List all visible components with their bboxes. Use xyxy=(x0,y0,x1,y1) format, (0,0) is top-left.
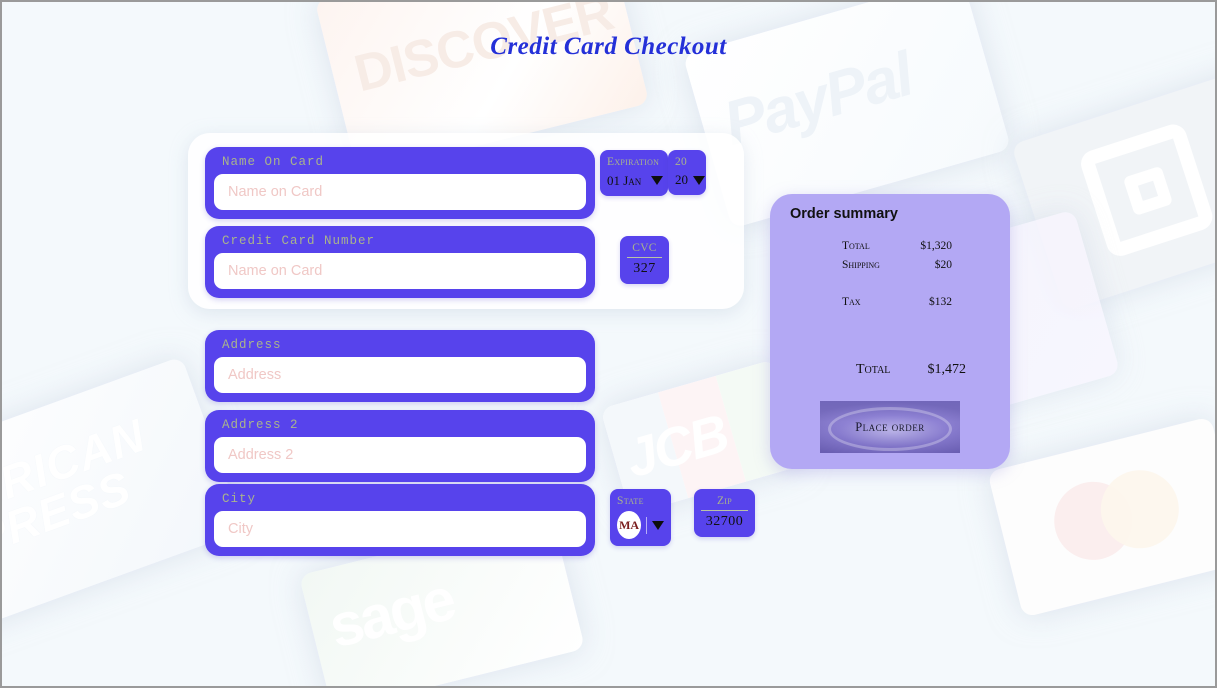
expiration-label: Expiration xyxy=(607,156,660,168)
address-field-group: Address xyxy=(205,330,595,402)
background-watermarks: AMERICAN EXPRESS DISCOVER PayPal JCB sag… xyxy=(2,2,1215,686)
state-label: State xyxy=(617,495,644,507)
amex-watermark-label: AMERICAN EXPRESS xyxy=(2,408,153,586)
expiration-year-value: 20 xyxy=(675,172,688,188)
expiration-year-select[interactable]: 20 xyxy=(675,172,705,188)
name-on-card-label: Name On Card xyxy=(222,155,325,169)
credit-card-number-input[interactable] xyxy=(214,253,586,289)
city-label: City xyxy=(222,492,257,506)
name-on-card-input[interactable] xyxy=(214,174,586,210)
expiration-month-select[interactable]: 01 Jan xyxy=(607,172,664,189)
credit-card-number-label: Credit Card Number xyxy=(222,234,376,248)
state-field-group: State MA xyxy=(610,489,671,547)
expiration-month-value: 01 Jan xyxy=(607,172,642,188)
summary-row-tax: Tax $132 xyxy=(842,296,952,308)
summary-label-tax: Tax xyxy=(842,296,861,308)
expiration-year-label: 20 xyxy=(675,156,688,168)
place-order-label: Place order xyxy=(855,419,925,434)
summary-value-shipping: $20 xyxy=(934,259,952,271)
summary-row-grand-total: Total $1,472 xyxy=(856,362,966,378)
sage-watermark-label: sage xyxy=(322,565,460,661)
expiration-month-group: Expiration 01 Jan xyxy=(600,150,668,197)
square-logo-outer-icon xyxy=(1077,120,1215,260)
address-label: Address xyxy=(222,338,282,352)
select-divider xyxy=(646,516,647,534)
summary-row-total: Total $1,320 xyxy=(842,240,952,252)
chevron-down-icon[interactable] xyxy=(693,175,705,185)
state-value: MA xyxy=(617,511,642,540)
summary-label-shipping: Shipping xyxy=(842,259,880,271)
cvc-value[interactable]: 327 xyxy=(627,261,662,277)
address2-label: Address 2 xyxy=(222,418,299,432)
summary-value-tax: $132 xyxy=(929,296,952,308)
zip-field-group: Zip 32700 xyxy=(694,489,755,538)
square-watermark xyxy=(1011,67,1215,312)
summary-value-grand-total: $1,472 xyxy=(927,362,967,377)
chevron-down-icon[interactable] xyxy=(652,520,664,530)
order-summary-panel: Order summary Total $1,320 Shipping $20 … xyxy=(770,194,1010,469)
cvc-field-group: CVC 327 xyxy=(620,236,669,285)
place-order-button[interactable]: Place order xyxy=(820,401,960,453)
summary-label-grand-total: Total xyxy=(856,362,891,377)
order-summary-title: Order summary xyxy=(790,206,898,222)
zip-value[interactable]: 32700 xyxy=(701,514,748,530)
cvc-label: CVC xyxy=(627,242,662,259)
page-title: Credit Card Checkout xyxy=(490,32,727,60)
address2-field-group: Address 2 xyxy=(205,410,595,482)
jcb-bar-red xyxy=(657,375,746,499)
expiration-year-group: 20 20 xyxy=(668,150,706,196)
city-field-group: City xyxy=(205,484,595,556)
mastercard-circle-right-icon xyxy=(1092,461,1188,557)
city-input[interactable] xyxy=(214,511,586,547)
mastercard-circle-left-icon xyxy=(1045,473,1141,569)
address-input[interactable] xyxy=(214,357,586,393)
name-on-card-field-group: Name On Card xyxy=(205,147,595,219)
zip-label: Zip xyxy=(701,495,748,512)
summary-label-total: Total xyxy=(842,240,870,252)
summary-value-total: $1,320 xyxy=(920,240,952,252)
square-logo-inner-icon xyxy=(1122,165,1174,217)
credit-card-number-field-group: Credit Card Number xyxy=(205,226,595,298)
jcb-watermark-label: JCB xyxy=(619,403,734,490)
mastercard-watermark xyxy=(987,416,1215,618)
summary-row-shipping: Shipping $20 xyxy=(842,259,952,271)
checkout-page: AMERICAN EXPRESS DISCOVER PayPal JCB sag… xyxy=(0,0,1217,688)
chevron-down-icon[interactable] xyxy=(651,176,664,186)
state-select[interactable]: MA xyxy=(617,511,664,540)
address2-input[interactable] xyxy=(214,437,586,473)
